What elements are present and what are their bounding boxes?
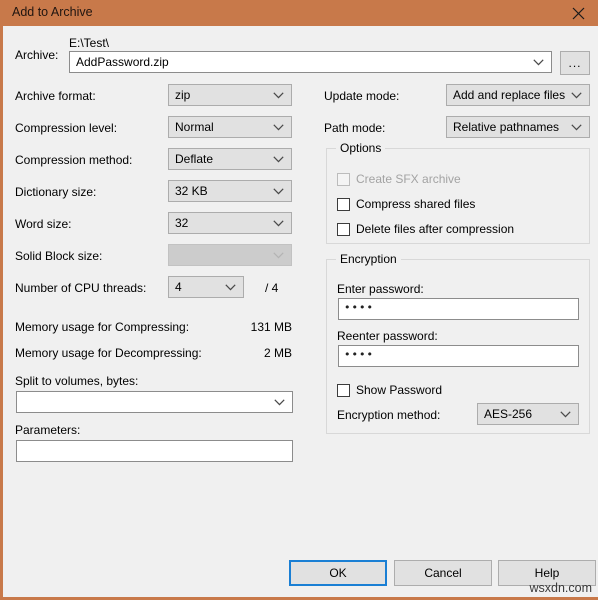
archive-label: Archive: (15, 48, 59, 62)
dictionary-size-label: Dictionary size: (15, 185, 97, 199)
compression-level-label: Compression level: (15, 121, 118, 135)
cpu-threads-value: 4 (175, 280, 182, 294)
chevron-down-icon (272, 213, 284, 233)
reenter-password-input[interactable]: •••• (338, 345, 579, 367)
checkbox-icon (337, 197, 350, 211)
cpu-threads-total: / 4 (265, 281, 279, 295)
reenter-password-label: Reenter password: (337, 329, 438, 343)
checkbox-create-sfx-archive-label: Create SFX archive (356, 172, 461, 186)
browse-button[interactable]: ... (560, 51, 590, 75)
split-volumes-combo[interactable] (16, 391, 293, 413)
chevron-down-icon (272, 149, 284, 169)
path-mode-combo[interactable]: Relative pathnames (446, 116, 590, 138)
archive-format-value: zip (175, 88, 191, 102)
split-volumes-label: Split to volumes, bytes: (15, 374, 139, 388)
update-mode-label: Update mode: (324, 89, 400, 103)
parameters-input[interactable] (16, 440, 293, 462)
options-group-title: Options (336, 141, 386, 155)
chevron-down-icon (532, 52, 544, 72)
checkbox-icon (337, 222, 350, 236)
chevron-down-icon (272, 181, 284, 201)
archive-filename-combo[interactable]: AddPassword.zip (69, 51, 552, 73)
chevron-down-icon (272, 85, 284, 105)
path-mode-value: Relative pathnames (453, 120, 560, 134)
memory-compressing-label: Memory usage for Compressing: (15, 320, 190, 334)
compression-method-combo[interactable]: Deflate (168, 148, 292, 170)
dictionary-size-combo[interactable]: 32 KB (168, 180, 292, 202)
chevron-down-icon (570, 85, 582, 105)
memory-compressing-value: 131 MB (250, 320, 292, 334)
checkbox-show-password[interactable]: Show Password (337, 383, 442, 397)
cancel-button[interactable]: Cancel (394, 560, 492, 586)
encryption-method-label: Encryption method: (337, 408, 441, 422)
checkbox-delete-files-after-compression-label: Delete files after compression (356, 222, 515, 236)
archive-path-text: E:\Test\ (69, 36, 110, 50)
ok-button[interactable]: OK (289, 560, 387, 586)
compression-method-label: Compression method: (15, 153, 133, 167)
enter-password-value: •••• (344, 301, 374, 314)
word-size-label: Word size: (15, 217, 72, 231)
checkbox-compress-shared-files[interactable]: Compress shared files (337, 197, 475, 211)
watermark: wsxdn.com (529, 581, 592, 595)
chevron-down-icon (272, 245, 284, 265)
checkbox-show-password-label: Show Password (356, 383, 443, 397)
chevron-down-icon (272, 117, 284, 137)
compression-level-value: Normal (175, 120, 214, 134)
checkbox-compress-shared-files-label: Compress shared files (356, 197, 476, 211)
compression-method-value: Deflate (175, 152, 214, 166)
dialog-body: Archive: E:\Test\ AddPassword.zip ... Ar… (6, 26, 598, 597)
update-mode-value: Add and replace files (453, 88, 566, 102)
cpu-threads-combo[interactable]: 4 (168, 276, 244, 298)
update-mode-combo[interactable]: Add and replace files (446, 84, 590, 106)
reenter-password-value: •••• (344, 348, 374, 361)
enter-password-label: Enter password: (337, 282, 424, 296)
encryption-method-combo[interactable]: AES-256 (477, 403, 579, 425)
chevron-down-icon (559, 404, 571, 424)
title-bar: Add to Archive (3, 0, 598, 26)
memory-decompressing-label: Memory usage for Decompressing: (15, 346, 202, 360)
checkbox-icon (337, 383, 350, 397)
dictionary-size-value: 32 KB (175, 184, 208, 198)
cpu-threads-label: Number of CPU threads: (15, 281, 147, 295)
archive-format-label: Archive format: (15, 89, 96, 103)
memory-decompressing-value: 2 MB (263, 346, 292, 360)
chevron-down-icon (224, 277, 236, 297)
encryption-method-value: AES-256 (484, 407, 533, 421)
word-size-combo[interactable]: 32 (168, 212, 292, 234)
add-to-archive-dialog: Add to Archive Archive: E:\Test\ AddPass… (0, 0, 598, 600)
solid-block-size-combo (168, 244, 292, 266)
solid-block-size-label: Solid Block size: (15, 249, 103, 263)
encryption-group-title: Encryption (336, 252, 401, 266)
compression-level-combo[interactable]: Normal (168, 116, 292, 138)
parameters-label: Parameters: (15, 423, 81, 437)
archive-filename-value: AddPassword.zip (76, 55, 169, 69)
archive-format-combo[interactable]: zip (168, 84, 292, 106)
window-title: Add to Archive (12, 5, 93, 19)
chevron-down-icon (273, 392, 285, 412)
word-size-value: 32 (175, 216, 189, 230)
enter-password-input[interactable]: •••• (338, 298, 579, 320)
checkbox-delete-files-after-compression[interactable]: Delete files after compression (337, 222, 514, 236)
checkbox-create-sfx-archive: Create SFX archive (337, 172, 461, 186)
chevron-down-icon (570, 117, 582, 137)
checkbox-icon (337, 172, 350, 186)
path-mode-label: Path mode: (324, 121, 386, 135)
close-icon[interactable] (556, 0, 598, 26)
